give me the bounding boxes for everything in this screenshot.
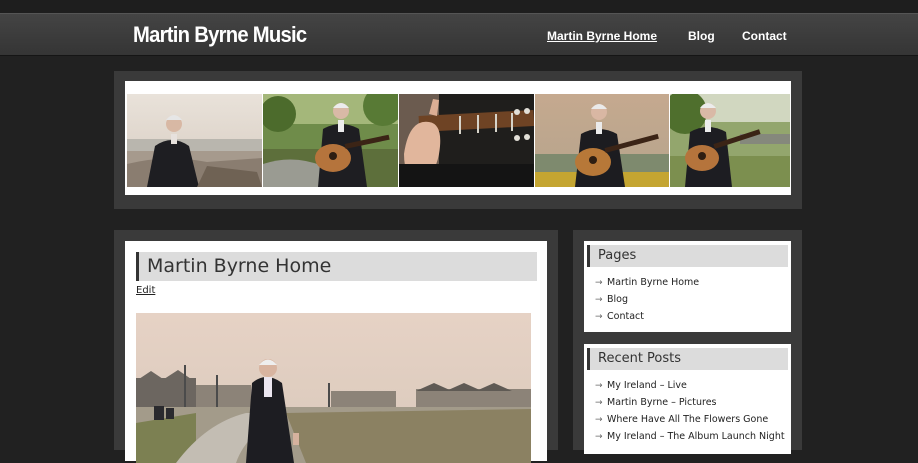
pages-item-label[interactable]: Martin Byrne Home — [607, 277, 699, 288]
arrow-icon: → — [595, 312, 603, 322]
arrow-icon: → — [595, 381, 603, 391]
widget-recent-posts: Recent Posts → My Ireland – Live → Martin … — [584, 344, 791, 454]
recent-post-item[interactable]: → Where Have All The Flowers Gone — [595, 414, 768, 425]
site-title[interactable]: Martin Byrne Music — [133, 22, 307, 48]
page-title-bar: Martin Byrne Home — [136, 252, 537, 281]
arrow-icon: → — [595, 295, 603, 305]
banner-photo-4 — [535, 94, 669, 187]
recent-post-item[interactable]: → My Ireland – Live — [595, 380, 687, 391]
recent-post-item[interactable]: → Martin Byrne – Pictures — [595, 397, 716, 408]
banner-panel — [114, 71, 802, 209]
pages-item-blog[interactable]: → Blog — [595, 294, 628, 305]
top-strip — [0, 0, 918, 13]
widget-pages: Pages → Martin Byrne Home → Blog → Contact — [584, 241, 791, 332]
recent-post-label[interactable]: Where Have All The Flowers Gone — [607, 414, 768, 425]
site-header: Martin Byrne Music Martin Byrne Home Blo… — [0, 13, 918, 56]
nav-home[interactable]: Martin Byrne Home — [547, 29, 657, 43]
nav-contact[interactable]: Contact — [742, 29, 787, 43]
sidebar-panel: Pages → Martin Byrne Home → Blog → Contact … — [573, 230, 802, 454]
banner-photo-1 — [127, 94, 262, 187]
content-panel: Martin Byrne Home Edit — [114, 230, 558, 463]
content-area: Martin Byrne Home Edit — [125, 241, 547, 463]
widget-title-bar: Recent Posts — [587, 348, 788, 370]
pages-item-label[interactable]: Blog — [607, 294, 628, 305]
arrow-icon: → — [595, 278, 603, 288]
recent-post-label[interactable]: Martin Byrne – Pictures — [607, 397, 716, 408]
banner-photo-2 — [263, 94, 398, 187]
widget-title-pages: Pages — [598, 248, 637, 263]
nav-blog[interactable]: Blog — [688, 29, 715, 43]
main-photo — [136, 313, 531, 463]
pages-item-home[interactable]: → Martin Byrne Home — [595, 277, 699, 288]
arrow-icon: → — [595, 415, 603, 425]
widget-title-bar: Pages — [587, 245, 788, 267]
edit-link[interactable]: Edit — [136, 285, 155, 296]
recent-post-item[interactable]: → My Ireland – The Album Launch Night — [595, 431, 785, 442]
recent-post-label[interactable]: My Ireland – Live — [607, 380, 687, 391]
arrow-icon: → — [595, 398, 603, 408]
banner-photo-5 — [670, 94, 790, 187]
arrow-icon: → — [595, 432, 603, 442]
banner-photo-3 — [399, 94, 534, 187]
banner — [125, 81, 791, 195]
pages-item-contact[interactable]: → Contact — [595, 311, 644, 322]
page-title: Martin Byrne Home — [147, 255, 332, 277]
widget-title-recent-posts: Recent Posts — [598, 351, 682, 366]
pages-item-label[interactable]: Contact — [607, 311, 644, 322]
recent-post-label[interactable]: My Ireland – The Album Launch Night — [607, 431, 785, 442]
